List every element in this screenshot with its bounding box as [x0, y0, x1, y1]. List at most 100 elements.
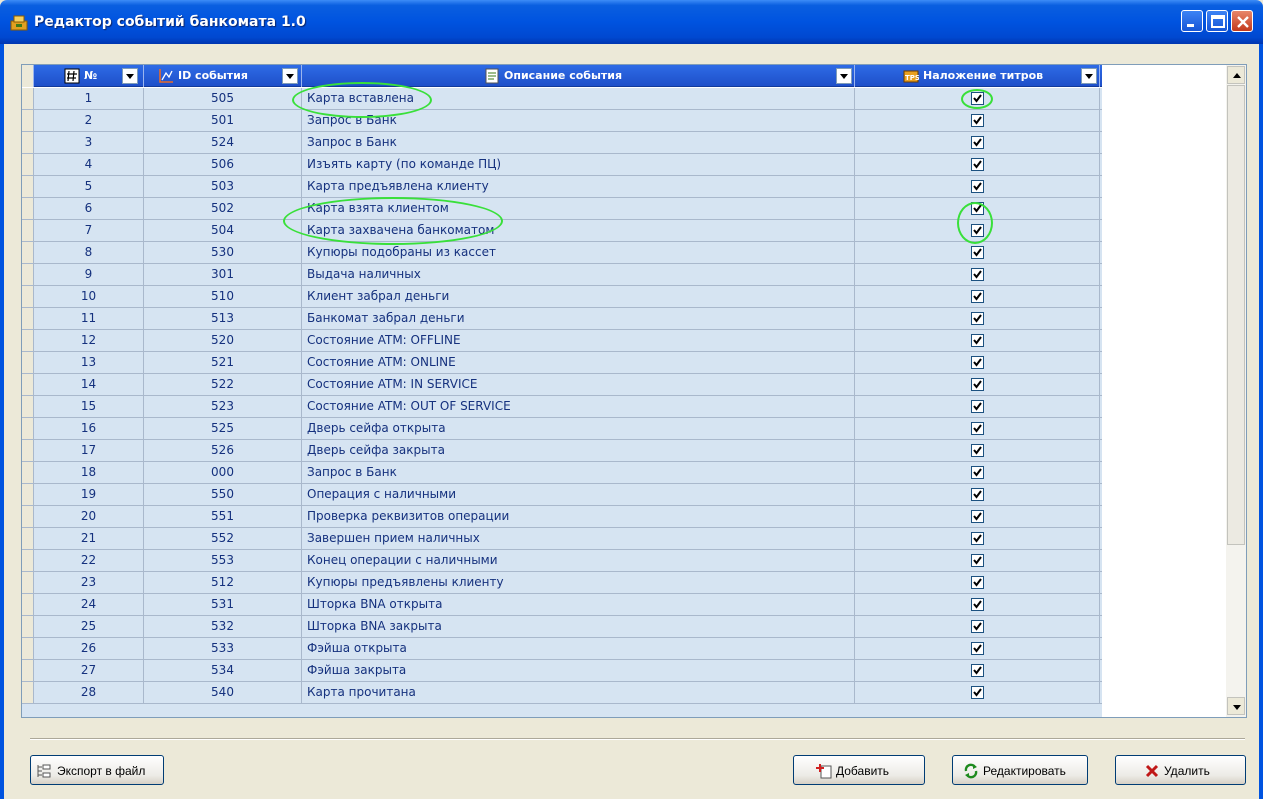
overlay-checkbox[interactable] — [971, 312, 984, 325]
overlay-checkbox[interactable] — [971, 532, 984, 545]
row-number: 3 — [34, 132, 144, 153]
overlay-checkbox[interactable] — [971, 642, 984, 655]
event-id: 532 — [144, 616, 302, 637]
table-row[interactable]: 27 534 Фэйша закрыта — [22, 660, 1102, 682]
table-row[interactable]: 1 505 Карта вставлена — [22, 88, 1102, 110]
row-number: 6 — [34, 198, 144, 219]
table-row[interactable]: 4 506 Изъять карту (по команде ПЦ) — [22, 154, 1102, 176]
row-indicator — [22, 220, 34, 241]
overlay-checkbox[interactable] — [971, 290, 984, 303]
table-row[interactable]: 17 526 Дверь сейфа закрыта — [22, 440, 1102, 462]
row-indicator — [22, 154, 34, 175]
table-row[interactable]: 13 521 Состояние ATM: ONLINE — [22, 352, 1102, 374]
overlay-checkbox[interactable] — [971, 466, 984, 479]
overlay-checkbox[interactable] — [971, 378, 984, 391]
add-button[interactable]: Добавить — [793, 755, 925, 785]
checkmark-icon — [973, 248, 982, 257]
table-row[interactable]: 16 525 Дверь сейфа открыта — [22, 418, 1102, 440]
table-row[interactable]: 3 524 Запрос в Банк — [22, 132, 1102, 154]
table-row[interactable]: 6 502 Карта взята клиентом — [22, 198, 1102, 220]
overlay-checkbox[interactable] — [971, 488, 984, 501]
checkmark-icon — [973, 688, 982, 697]
event-id: 503 — [144, 176, 302, 197]
checkmark-icon — [973, 468, 982, 477]
close-button[interactable] — [1231, 10, 1253, 32]
scroll-thumb[interactable] — [1227, 85, 1245, 545]
overlay-checkbox[interactable] — [971, 334, 984, 347]
column-dropdown-overlay[interactable] — [1081, 68, 1097, 84]
overlay-checkbox[interactable] — [971, 92, 984, 105]
column-header-description[interactable]: Описание события — [302, 65, 855, 87]
table-row[interactable]: 20 551 Проверка реквизитов операции — [22, 506, 1102, 528]
column-dropdown-number[interactable] — [122, 68, 138, 84]
overlay-checkbox[interactable] — [971, 180, 984, 193]
export-button[interactable]: Экспорт в файл — [30, 755, 164, 785]
table-row[interactable]: 2 501 Запрос в Банк — [22, 110, 1102, 132]
checkmark-icon — [973, 204, 982, 213]
overlay-checkbox[interactable] — [971, 422, 984, 435]
minimize-button[interactable] — [1181, 10, 1203, 32]
scroll-down-button[interactable] — [1227, 697, 1245, 715]
overlay-checkbox[interactable] — [971, 686, 984, 699]
table-row[interactable]: 25 532 Шторка BNA закрыта — [22, 616, 1102, 638]
add-icon — [816, 764, 832, 779]
maximize-button[interactable] — [1206, 10, 1228, 32]
overlay-checkbox[interactable] — [971, 158, 984, 171]
vertical-scrollbar[interactable] — [1226, 65, 1246, 717]
table-row[interactable]: 14 522 Состояние ATM: IN SERVICE — [22, 374, 1102, 396]
overlay-checkbox[interactable] — [971, 246, 984, 259]
table-row[interactable]: 23 512 Купюры предъявлены клиенту — [22, 572, 1102, 594]
title-bar[interactable]: Редактор событий банкомата 1.0 — [0, 0, 1263, 44]
table-row[interactable]: 21 552 Завершен прием наличных — [22, 528, 1102, 550]
column-header-number[interactable]: № — [34, 65, 144, 87]
checkmark-icon — [973, 226, 982, 235]
row-number: 18 — [34, 462, 144, 483]
table-row[interactable]: 28 540 Карта прочитана — [22, 682, 1102, 704]
overlay-checkbox[interactable] — [971, 268, 984, 281]
overlay-cell — [855, 220, 1100, 241]
overlay-checkbox[interactable] — [971, 510, 984, 523]
table-row[interactable]: 18 000 Запрос в Банк — [22, 462, 1102, 484]
column-header-overlay[interactable]: TPS Наложение титров — [855, 65, 1100, 87]
row-number: 8 — [34, 242, 144, 263]
column-header-id[interactable]: ID события — [144, 65, 302, 87]
column-dropdown-description[interactable] — [836, 68, 852, 84]
table-row[interactable]: 19 550 Операция с наличными — [22, 484, 1102, 506]
overlay-checkbox[interactable] — [971, 444, 984, 457]
overlay-cell — [855, 308, 1100, 329]
overlay-checkbox[interactable] — [971, 114, 984, 127]
overlay-checkbox[interactable] — [971, 620, 984, 633]
table-row[interactable]: 15 523 Состояние ATM: OUT OF SERVICE — [22, 396, 1102, 418]
table-row[interactable]: 22 553 Конец операции с наличными — [22, 550, 1102, 572]
table-row-partial[interactable] — [22, 704, 1102, 717]
overlay-cell — [855, 638, 1100, 659]
overlay-checkbox[interactable] — [971, 400, 984, 413]
table-row[interactable]: 26 533 Фэйша открыта — [22, 638, 1102, 660]
overlay-checkbox[interactable] — [971, 664, 984, 677]
table-row[interactable]: 12 520 Состояние ATM: OFFLINE — [22, 330, 1102, 352]
overlay-checkbox[interactable] — [971, 576, 984, 589]
overlay-checkbox[interactable] — [971, 598, 984, 611]
event-description: Состояние ATM: OUT OF SERVICE — [302, 396, 855, 417]
table-row[interactable]: 8 530 Купюры подобраны из кассет — [22, 242, 1102, 264]
table-row[interactable]: 24 531 Шторка BNA открыта — [22, 594, 1102, 616]
row-indicator — [22, 660, 34, 681]
table-row[interactable]: 5 503 Карта предъявлена клиенту — [22, 176, 1102, 198]
overlay-checkbox[interactable] — [971, 554, 984, 567]
delete-button[interactable]: Удалить — [1115, 755, 1246, 785]
column-dropdown-id[interactable] — [282, 68, 298, 84]
edit-button[interactable]: Редактировать — [952, 755, 1088, 785]
checkmark-icon — [973, 622, 982, 631]
overlay-checkbox[interactable] — [971, 224, 984, 237]
overlay-checkbox[interactable] — [971, 356, 984, 369]
overlay-checkbox[interactable] — [971, 136, 984, 149]
overlay-checkbox[interactable] — [971, 202, 984, 215]
events-grid[interactable]: № ID события Описание события TPS Наложе… — [21, 64, 1247, 718]
row-number: 26 — [34, 638, 144, 659]
table-row[interactable]: 10 510 Клиент забрал деньги — [22, 286, 1102, 308]
table-row[interactable]: 11 513 Банкомат забрал деньги — [22, 308, 1102, 330]
table-row[interactable]: 7 504 Карта захвачена банкоматом — [22, 220, 1102, 242]
checkmark-icon — [973, 292, 982, 301]
scroll-up-button[interactable] — [1227, 66, 1245, 84]
table-row[interactable]: 9 301 Выдача наличных — [22, 264, 1102, 286]
